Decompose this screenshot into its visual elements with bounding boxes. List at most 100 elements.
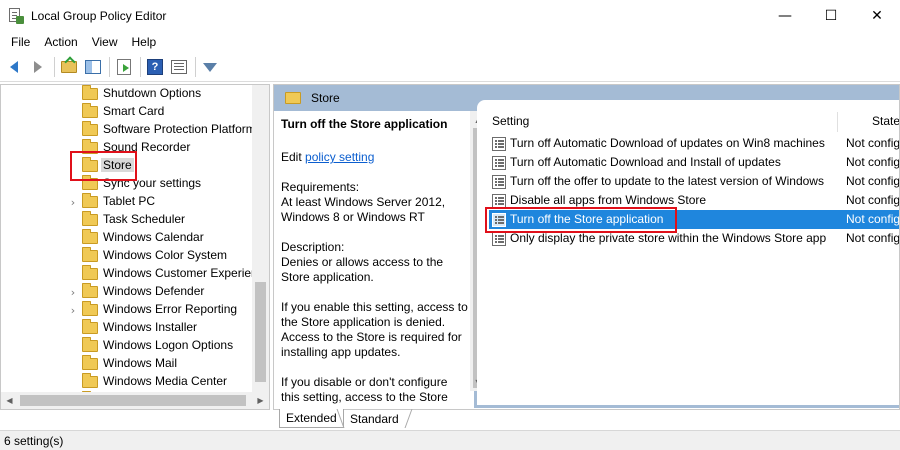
- folder-icon: [82, 265, 98, 280]
- column-header-setting[interactable]: Setting: [492, 114, 529, 128]
- tree-item-label: Windows Color System: [103, 248, 228, 262]
- tree-item[interactable]: › Windows Error Reporting: [1, 301, 253, 319]
- scroll-left-arrow-icon[interactable]: ◀: [1, 392, 18, 409]
- setting-state: Not configured: [846, 155, 900, 169]
- tree-item-label: Windows Error Reporting: [103, 302, 238, 316]
- tree-item[interactable]: Software Protection Platform: [1, 121, 256, 139]
- chevron-right-icon[interactable]: ›: [68, 283, 78, 301]
- enable-explanation: If you enable this setting, access to th…: [281, 300, 468, 359]
- export-list-button[interactable]: [113, 56, 135, 78]
- chevron-right-icon: [68, 157, 78, 175]
- chevron-right-icon[interactable]: ›: [68, 301, 78, 319]
- setting-row[interactable]: Turn off Automatic Download of updates o…: [489, 134, 899, 153]
- tree-item-label: Software Protection Platform: [103, 122, 256, 136]
- folder-icon: [82, 301, 98, 316]
- tree-vertical-scroll-thumb[interactable]: [255, 282, 266, 382]
- folder-icon: [82, 139, 98, 154]
- tree-item[interactable]: Smart Card: [1, 103, 253, 121]
- chevron-right-icon: [68, 175, 78, 193]
- tree-horizontal-scroll-thumb[interactable]: [20, 395, 246, 406]
- tree-item[interactable]: Windows Media Center: [1, 373, 253, 391]
- menu-help[interactable]: Help: [125, 35, 164, 49]
- toolbar-divider: [54, 57, 55, 77]
- title-bar: Local Group Policy Editor — ☐ ✕: [0, 0, 900, 31]
- console-tree[interactable]: Windows Media Digital RighWindows Media …: [0, 84, 270, 410]
- forward-arrow-icon: [34, 61, 42, 73]
- tree-item[interactable]: Windows Mail: [1, 355, 253, 373]
- help-button[interactable]: ?: [144, 56, 166, 78]
- menu-bar: File Action View Help: [0, 31, 900, 53]
- filter-button[interactable]: [199, 56, 221, 78]
- tree-item[interactable]: Windows Calendar: [1, 229, 253, 247]
- requirements-block: Requirements: At least Windows Server 201…: [281, 180, 446, 224]
- disable-explanation: If you disable or don't configure this s…: [281, 375, 448, 404]
- tree-item[interactable]: Sync your settings: [1, 175, 253, 193]
- tree-item[interactable]: Store: [1, 157, 253, 175]
- tree-item-label: Windows Media Center: [103, 374, 228, 388]
- folder-icon: [82, 229, 98, 244]
- menu-view[interactable]: View: [85, 35, 125, 49]
- tree-item-label: Store: [101, 158, 134, 172]
- tab-extended[interactable]: Extended: [279, 409, 344, 428]
- setting-row[interactable]: Turn off the offer to update to the late…: [489, 172, 899, 191]
- scroll-right-arrow-icon[interactable]: ▶: [252, 392, 269, 409]
- chevron-right-icon: [68, 103, 78, 121]
- folder-icon: [82, 355, 98, 370]
- setting-name: Turn off Automatic Download and Install …: [510, 155, 781, 169]
- setting-row[interactable]: Turn off Automatic Download and Install …: [489, 153, 900, 172]
- policy-setting-icon: [492, 156, 506, 170]
- tree-item[interactable]: Sound Recorder: [1, 139, 253, 157]
- tree-item[interactable]: › Windows Defender: [1, 283, 253, 301]
- close-button[interactable]: ✕: [854, 0, 900, 31]
- window-title: Local Group Policy Editor: [31, 8, 167, 23]
- folder-icon: [82, 337, 98, 352]
- show-hide-tree-button[interactable]: [82, 56, 104, 78]
- tree-horizontal-scrollbar[interactable]: ◀ ▶: [1, 392, 269, 409]
- filter-icon: [203, 62, 217, 72]
- folder-icon: [82, 157, 98, 172]
- tab-standard[interactable]: Standard: [344, 409, 405, 428]
- tree-item[interactable]: Windows Installer: [1, 319, 253, 337]
- chevron-right-icon: [68, 121, 78, 139]
- export-list-icon: [117, 59, 131, 75]
- settings-list: Setting State Turn off Automatic Downloa…: [477, 100, 900, 405]
- menu-file[interactable]: File: [4, 35, 37, 49]
- menu-action[interactable]: Action: [37, 35, 84, 49]
- maximize-button[interactable]: ☐: [808, 0, 854, 31]
- column-header-state[interactable]: State: [872, 114, 899, 128]
- folder-icon: [82, 121, 98, 136]
- setting-row[interactable]: Disable all apps from Windows Store Not c…: [489, 191, 900, 210]
- folder-icon: [82, 247, 98, 262]
- group-policy-app-icon: [8, 7, 24, 24]
- chevron-right-icon: [68, 85, 78, 103]
- tree-item[interactable]: Task Scheduler: [1, 211, 253, 229]
- properties-button[interactable]: [168, 56, 190, 78]
- forward-button[interactable]: [27, 56, 49, 78]
- status-bar: 6 setting(s): [0, 430, 900, 450]
- setting-state: Not configured: [846, 193, 900, 207]
- toolbar-divider: [140, 57, 141, 77]
- tree-item-label: Task Scheduler: [103, 212, 186, 226]
- pane-title: Store: [311, 91, 340, 105]
- minimize-button[interactable]: —: [762, 0, 808, 31]
- chevron-right-icon: [68, 337, 78, 355]
- setting-row[interactable]: Only display the private store within th…: [489, 229, 899, 248]
- back-button[interactable]: [3, 56, 25, 78]
- chevron-right-icon: [68, 211, 78, 229]
- description-title: Turn off the Store application: [281, 117, 448, 131]
- tree-item[interactable]: Windows Customer Experier: [1, 265, 255, 283]
- up-folder-icon: [61, 61, 77, 73]
- setting-row[interactable]: Turn off the Store application Not config…: [489, 210, 899, 229]
- tree-item[interactable]: Shutdown Options: [1, 85, 253, 103]
- folder-icon: [82, 103, 98, 118]
- chevron-right-icon: [68, 319, 78, 337]
- tree-item[interactable]: Windows Logon Options: [1, 337, 253, 355]
- tree-vertical-scrollbar[interactable]: [252, 85, 269, 393]
- chevron-right-icon: [68, 373, 78, 391]
- up-level-button[interactable]: [58, 56, 80, 78]
- chevron-right-icon[interactable]: ›: [68, 193, 78, 211]
- tree-item[interactable]: Windows Color System: [1, 247, 253, 265]
- tree-item[interactable]: › Tablet PC: [1, 193, 253, 211]
- back-arrow-icon: [10, 61, 18, 73]
- edit-policy-setting-link[interactable]: policy setting: [305, 150, 374, 164]
